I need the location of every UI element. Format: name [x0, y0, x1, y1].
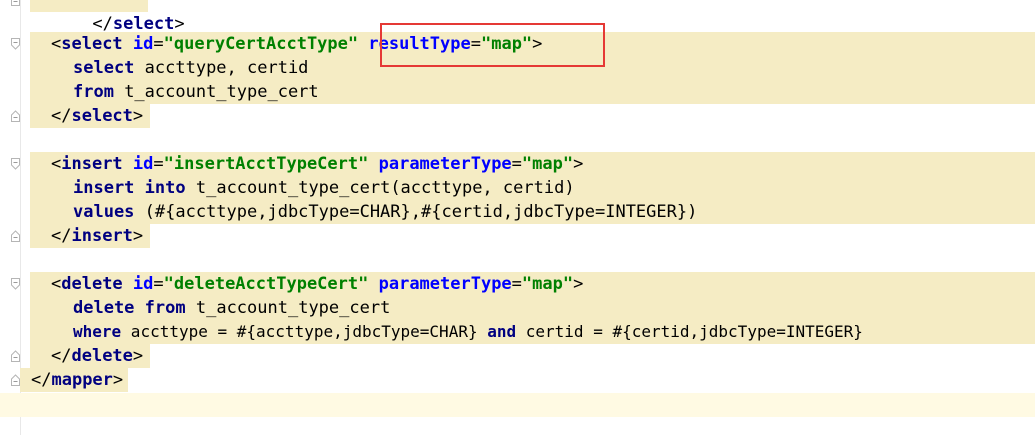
fold-marker-icon[interactable]	[11, 230, 20, 242]
code-line[interactable]: insert into t_account_type_cert(accttype…	[0, 176, 1035, 200]
line-text: <insert id="insertAcctTypeCert" paramete…	[51, 154, 584, 174]
code-line[interactable]: <insert id="insertAcctTypeCert" paramete…	[0, 152, 1035, 176]
line-text: </mapper>	[31, 370, 124, 390]
fold-marker-icon[interactable]	[11, 158, 20, 170]
line-text: <delete id="deleteAcctTypeCert" paramete…	[51, 274, 584, 294]
fold-marker-icon[interactable]	[11, 0, 20, 6]
code-editor[interactable]: </select> <select id="queryCertAcctType"…	[0, 0, 1035, 435]
fold-marker-icon[interactable]	[11, 374, 20, 386]
fold-marker-icon[interactable]	[11, 278, 20, 290]
line-text: delete from t_account_type_cert	[73, 298, 391, 318]
line-text: </select>	[92, 14, 185, 34]
code-line[interactable]: delete from t_account_type_cert	[0, 296, 1035, 320]
fold-marker-icon[interactable]	[11, 110, 20, 122]
code-line[interactable]: from t_account_type_cert	[0, 80, 1035, 104]
line-text: where accttype = #{accttype,jdbcType=CHA…	[73, 322, 863, 341]
code-line[interactable]: </insert>	[0, 224, 1035, 248]
line-text: insert into t_account_type_cert(accttype…	[73, 178, 575, 198]
code-line[interactable]: </select>	[0, 104, 1035, 128]
line-text: </insert>	[51, 226, 144, 246]
fold-marker-icon[interactable]	[11, 38, 20, 50]
annotation-highlight-box	[380, 23, 605, 67]
line-text: values (#{accttype,jdbcType=CHAR},#{cert…	[73, 202, 698, 222]
line-text: from t_account_type_cert	[73, 82, 319, 102]
line-text: select accttype, certid	[73, 58, 309, 78]
code-line[interactable]: </select>	[0, 0, 1035, 34]
code-line[interactable]: </delete>	[0, 344, 1035, 368]
code-line[interactable]: where accttype = #{accttype,jdbcType=CHA…	[0, 320, 1035, 344]
line-text: </delete>	[51, 346, 144, 366]
line-text: </select>	[51, 106, 144, 126]
current-line[interactable]	[0, 393, 1035, 417]
code-line[interactable]: values (#{accttype,jdbcType=CHAR},#{cert…	[0, 200, 1035, 224]
code-line[interactable]: </mapper>	[0, 368, 1035, 392]
code-line[interactable]: <delete id="deleteAcctTypeCert" paramete…	[0, 272, 1035, 296]
fold-marker-icon[interactable]	[11, 350, 20, 362]
